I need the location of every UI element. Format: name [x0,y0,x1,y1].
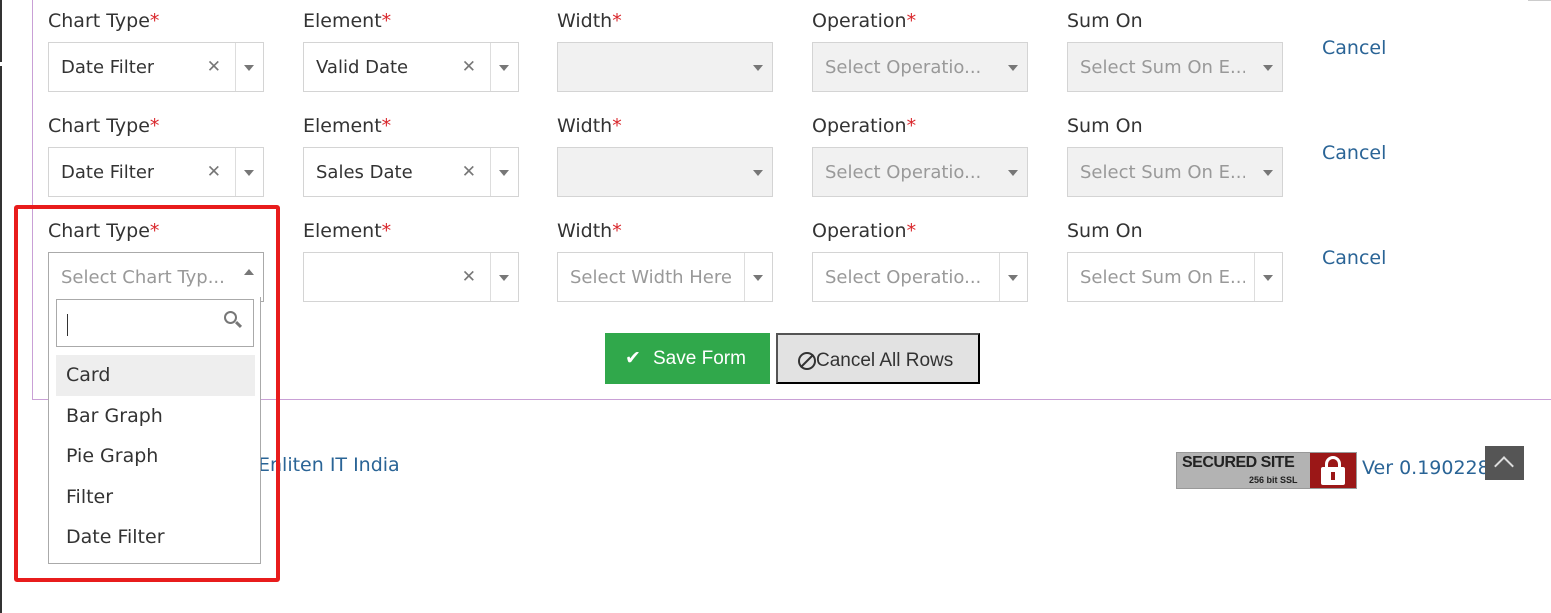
caret-down-icon [753,65,763,71]
clear-icon[interactable]: ✕ [462,43,476,91]
chart-type-value: Date Filter [61,162,155,183]
scroll-to-top-button[interactable] [1485,446,1524,480]
width-label: Width* [557,115,622,137]
save-form-label: Save Form [653,348,746,369]
annotation-highlight-box [14,205,280,582]
chevron-up-icon [1494,456,1514,476]
sum-on-select[interactable]: Select Sum On E... [1067,42,1283,92]
caret-down-icon [244,65,254,71]
caret-down-icon [499,275,509,281]
dropdown-toggle[interactable] [490,43,518,91]
dropdown-toggle[interactable] [235,148,263,196]
dropdown-toggle[interactable] [1254,253,1282,301]
secured-site-badge: SECURED SITE 256 bit SSL [1176,452,1357,489]
width-value: Select Width Here [570,267,732,288]
element-select[interactable]: Sales Date ✕ [303,147,519,197]
width-label: Width* [557,10,622,32]
caret-down-icon [1008,275,1018,281]
element-value: Valid Date [316,57,409,78]
chart-type-select[interactable]: Date Filter ✕ [48,147,264,197]
caret-down-icon [1263,65,1273,71]
chart-type-value: Date Filter [61,57,155,78]
sum-on-value: Select Sum On E... [1080,267,1245,288]
dropdown-toggle[interactable] [235,43,263,91]
caret-down-icon [1008,65,1018,71]
width-select[interactable] [557,147,773,197]
check-icon: ✔ [625,348,641,369]
widget-row-1: Chart Type* Date Filter ✕ Element* Valid… [0,0,1551,105]
operation-label: Operation* [812,115,917,137]
width-select[interactable] [557,42,773,92]
widget-row-2: Chart Type* Date Filter ✕ Element* Sales… [0,105,1551,210]
dropdown-toggle[interactable] [744,253,772,301]
chart-type-label: Chart Type* [48,10,160,32]
version-label: Ver 0.190228 [1362,457,1490,479]
dropdown-toggle[interactable] [999,148,1027,196]
caret-down-icon [1263,170,1273,176]
clear-icon[interactable]: ✕ [462,148,476,196]
sum-on-select[interactable]: Select Sum On E... [1067,147,1283,197]
operation-select[interactable]: Select Operatio... [812,42,1028,92]
element-value: Sales Date [316,162,413,183]
cancel-row-link[interactable]: Cancel [1322,243,1386,273]
clear-icon[interactable]: ✕ [462,253,476,301]
caret-down-icon [753,170,763,176]
element-select[interactable]: Valid Date ✕ [303,42,519,92]
operation-value: Select Operatio... [825,162,982,183]
element-select[interactable]: ✕ [303,252,519,302]
lock-icon [1310,453,1356,488]
dropdown-toggle[interactable] [1254,148,1282,196]
dropdown-toggle[interactable] [999,253,1027,301]
sum-on-select[interactable]: Select Sum On E... [1067,252,1283,302]
operation-label: Operation* [812,10,917,32]
cancel-all-rows-button[interactable]: Cancel All Rows [776,333,980,384]
element-label: Element* [303,220,392,242]
sum-on-value: Select Sum On E... [1080,57,1245,78]
sum-on-value: Select Sum On E... [1080,162,1245,183]
sum-on-label: Sum On [1067,220,1143,242]
dropdown-toggle[interactable] [490,253,518,301]
element-label: Element* [303,10,392,32]
chart-type-select[interactable]: Date Filter ✕ [48,42,264,92]
caret-down-icon [1263,275,1273,281]
cancel-all-rows-label: Cancel All Rows [816,350,954,371]
operation-value: Select Operatio... [825,57,982,78]
operation-select[interactable]: Select Operatio... [812,252,1028,302]
clear-icon[interactable]: ✕ [207,43,221,91]
element-label: Element* [303,115,392,137]
operation-value: Select Operatio... [825,267,982,288]
sum-on-label: Sum On [1067,10,1143,32]
width-select[interactable]: Select Width Here [557,252,773,302]
sum-on-label: Sum On [1067,115,1143,137]
dropdown-toggle[interactable] [999,43,1027,91]
cancel-row-link[interactable]: Cancel [1322,33,1386,63]
caret-down-icon [499,170,509,176]
operation-label: Operation* [812,220,917,242]
dropdown-toggle[interactable] [744,43,772,91]
width-label: Width* [557,220,622,242]
ssl-badge-title: SECURED SITE [1182,454,1295,471]
dropdown-toggle[interactable] [1254,43,1282,91]
save-form-button[interactable]: ✔ Save Form [605,333,770,384]
dropdown-toggle[interactable] [744,148,772,196]
chart-type-label: Chart Type* [48,115,160,137]
caret-down-icon [244,170,254,176]
clear-icon[interactable]: ✕ [207,148,221,196]
cancel-row-link[interactable]: Cancel [1322,138,1386,168]
ban-icon [798,352,816,370]
ssl-badge-subtitle: 256 bit SSL [1249,475,1298,485]
dropdown-toggle[interactable] [490,148,518,196]
caret-down-icon [753,275,763,281]
caret-down-icon [499,65,509,71]
operation-select[interactable]: Select Operatio... [812,147,1028,197]
caret-down-icon [1008,170,1018,176]
